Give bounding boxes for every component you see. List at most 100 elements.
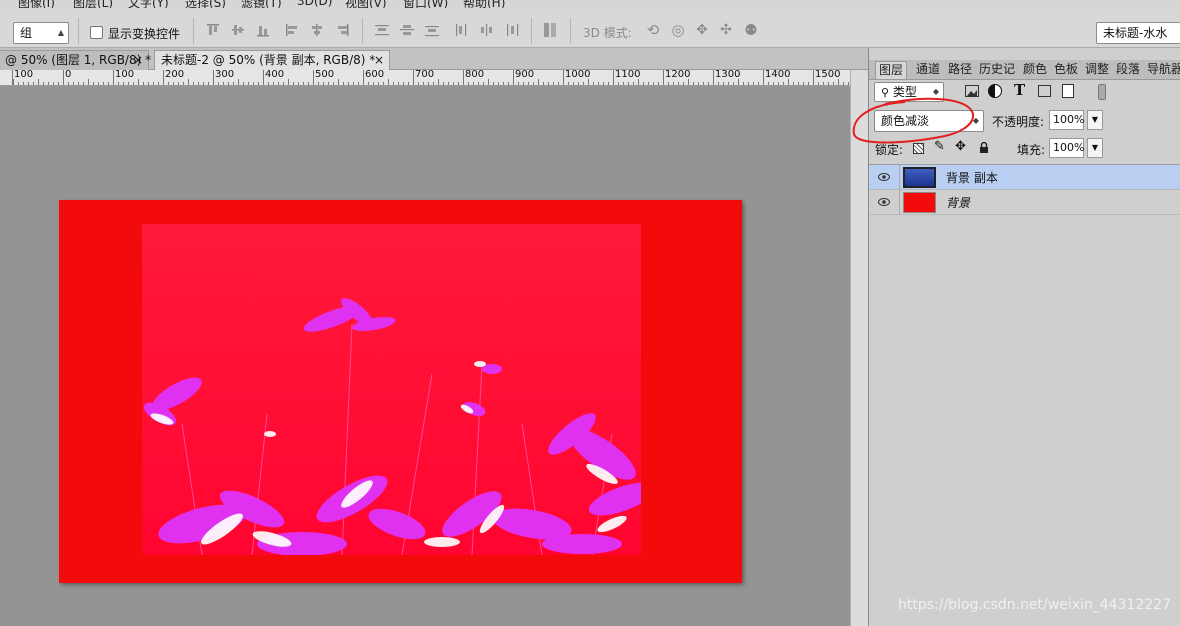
close-icon[interactable]: × xyxy=(133,51,143,70)
ruler-minor-tick xyxy=(838,79,839,85)
tab-document-1[interactable]: @ 50% (图层 1, RGB/8) * × xyxy=(0,50,151,70)
fill-dropdown-button[interactable]: ▼ xyxy=(1087,138,1103,158)
ruler-minor-tick xyxy=(383,82,384,85)
3d-rotate-icon[interactable]: ⟲ xyxy=(645,21,661,39)
flower-photo-layer[interactable] xyxy=(142,224,641,555)
tab-navigator[interactable]: 导航器 xyxy=(1147,61,1180,79)
align-hcenter-icon[interactable] xyxy=(309,22,325,38)
ruler-minor-tick xyxy=(208,82,209,85)
ruler-minor-tick xyxy=(463,79,464,85)
layer-name[interactable]: 背景 xyxy=(946,194,970,211)
ruler-minor-tick xyxy=(138,79,139,85)
menu-select[interactable]: 选择(S) xyxy=(185,0,226,8)
tab-channels[interactable]: 通道 xyxy=(916,61,940,79)
ruler-minor-tick xyxy=(603,82,604,85)
ruler-minor-tick xyxy=(528,82,529,85)
layer-row-background[interactable]: 背景 xyxy=(869,190,1180,215)
menu-image[interactable]: 图像(I) xyxy=(18,0,55,8)
vertical-scrollbar[interactable] xyxy=(850,70,868,626)
document-tabs: @ 50% (图层 1, RGB/8) * × 未标题-2 @ 50% (背景 … xyxy=(0,48,868,70)
layer-row-background-copy[interactable]: 背景 副本 xyxy=(869,165,1180,190)
ruler-minor-tick xyxy=(368,82,369,85)
auto-select-dropdown[interactable]: 组 ▲ xyxy=(13,22,69,44)
ruler-minor-tick xyxy=(678,82,679,85)
3d-scale-icon[interactable]: ⚉ xyxy=(743,21,759,39)
align-right-icon[interactable] xyxy=(334,22,350,38)
ruler-minor-tick xyxy=(373,82,374,85)
opacity-dropdown-button[interactable]: ▼ xyxy=(1087,110,1103,130)
ruler-minor-tick xyxy=(753,82,754,85)
menu-view[interactable]: 视图(V) xyxy=(345,0,387,8)
tab-layers[interactable]: 图层 xyxy=(875,61,908,79)
ruler-minor-tick xyxy=(448,82,449,85)
layer-name[interactable]: 背景 副本 xyxy=(946,169,998,186)
3d-roll-icon[interactable]: ◎ xyxy=(670,21,686,39)
filter-smart-object-icon[interactable] xyxy=(1062,84,1074,98)
eye-icon[interactable] xyxy=(878,197,890,207)
ruler-minor-tick xyxy=(488,79,489,85)
3d-drag-icon[interactable]: ✥ xyxy=(694,22,710,38)
distribute-bottom-icon[interactable] xyxy=(424,22,440,38)
options-bar: 组 ▲ 显示变换控件 3D 模式: ⟲ ◎ ✥ ✣ ⚉ 未标题-水水 xyxy=(0,8,1180,48)
ruler-minor-tick xyxy=(648,82,649,85)
distribute-vcenter-icon[interactable] xyxy=(399,22,415,38)
auto-align-icon[interactable] xyxy=(542,22,558,38)
menu-type[interactable]: 文字(Y) xyxy=(128,0,169,8)
distribute-hcenter-icon[interactable] xyxy=(479,22,495,38)
eye-icon[interactable] xyxy=(878,172,890,182)
close-icon[interactable]: × xyxy=(374,51,384,70)
ruler-minor-tick xyxy=(163,79,164,85)
distribute-left-icon[interactable] xyxy=(454,22,470,38)
menu-window[interactable]: 窗口(W) xyxy=(403,0,448,8)
align-vcenter-icon[interactable] xyxy=(230,22,246,38)
menu-3d[interactable]: 3D(D) xyxy=(297,0,332,8)
align-left-icon[interactable] xyxy=(284,22,300,38)
filter-toggle-switch[interactable] xyxy=(1098,84,1106,100)
ruler-minor-tick xyxy=(338,79,339,85)
ruler-minor-tick xyxy=(288,79,289,85)
tab-paragraph[interactable]: 段落 xyxy=(1116,61,1140,79)
filter-type-icon[interactable]: T xyxy=(1014,81,1025,99)
filter-adjustment-icon[interactable] xyxy=(988,84,1002,98)
tab-history[interactable]: 历史记 xyxy=(979,61,1015,79)
ruler-minor-tick xyxy=(228,82,229,85)
ruler-minor-tick xyxy=(88,79,89,85)
menu-filter[interactable]: 滤镜(T) xyxy=(241,0,282,8)
show-transform-checkbox[interactable] xyxy=(90,26,103,39)
ruler-label: 300 xyxy=(215,70,235,80)
ruler-minor-tick xyxy=(13,79,14,85)
ruler-minor-tick xyxy=(98,82,99,85)
tab-swatches[interactable]: 色板 xyxy=(1054,61,1078,79)
3d-slide-icon[interactable]: ✣ xyxy=(718,22,734,38)
menu-help[interactable]: 帮助(H) xyxy=(463,0,505,8)
ruler-minor-tick xyxy=(518,82,519,85)
ruler-minor-tick xyxy=(558,82,559,85)
menu-layer[interactable]: 图层(L) xyxy=(73,0,113,8)
annotation-circle xyxy=(852,97,974,144)
opacity-input[interactable]: 100% xyxy=(1049,110,1084,130)
ruler-minor-tick xyxy=(783,82,784,85)
align-top-icon[interactable] xyxy=(205,22,221,38)
ruler-minor-tick xyxy=(18,82,19,85)
tab-color[interactable]: 颜色 xyxy=(1023,61,1047,79)
tab-document-2[interactable]: 未标题-2 @ 50% (背景 副本, RGB/8) * × xyxy=(154,50,390,70)
ruler-minor-tick xyxy=(413,79,414,85)
ruler-label: 900 xyxy=(515,70,535,80)
ruler-minor-tick xyxy=(748,82,749,85)
distribute-top-icon[interactable] xyxy=(374,22,390,38)
ruler-minor-tick xyxy=(723,82,724,85)
ruler-minor-tick xyxy=(353,82,354,85)
ruler-minor-tick xyxy=(563,79,564,85)
tab-adjustments[interactable]: 调整 xyxy=(1085,61,1109,79)
tab-paths[interactable]: 路径 xyxy=(948,61,972,79)
align-bottom-icon[interactable] xyxy=(255,22,271,38)
workspace-value: 未标题-水水 xyxy=(1103,26,1168,40)
ruler-minor-tick xyxy=(443,82,444,85)
ruler-minor-tick xyxy=(763,79,764,85)
distribute-right-icon[interactable] xyxy=(504,22,520,38)
ruler-minor-tick xyxy=(493,82,494,85)
fill-input[interactable]: 100% xyxy=(1049,138,1084,158)
ruler-minor-tick xyxy=(768,82,769,85)
workspace-dropdown[interactable]: 未标题-水水 xyxy=(1096,22,1180,44)
filter-shape-icon[interactable] xyxy=(1038,85,1051,97)
